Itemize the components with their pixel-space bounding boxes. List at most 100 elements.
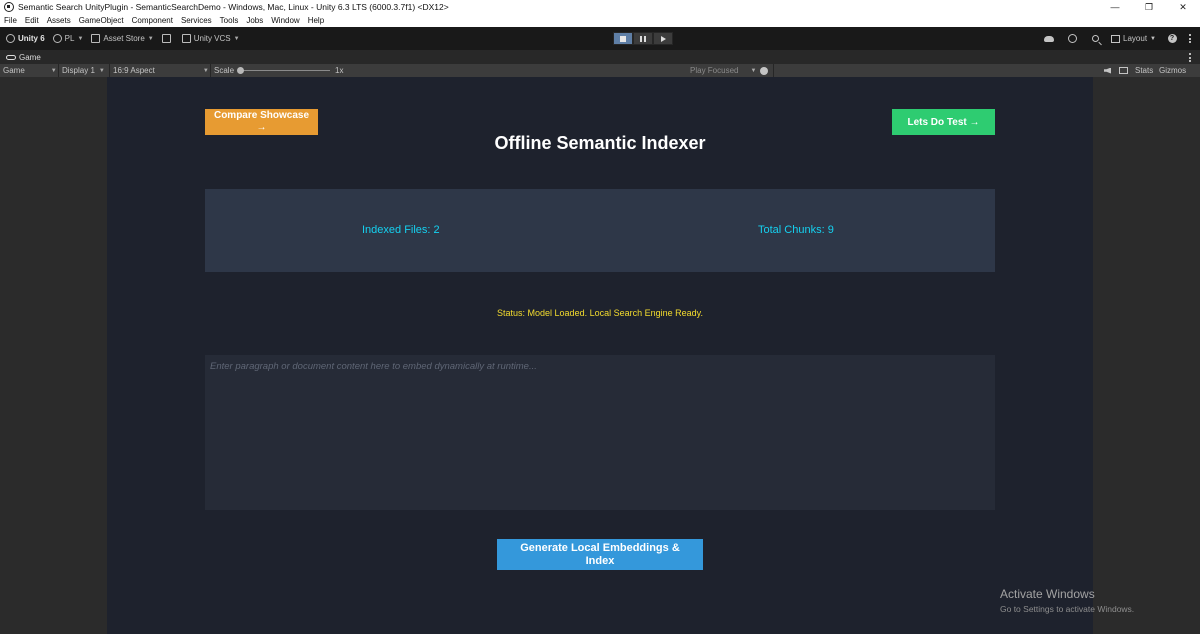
- mute-button[interactable]: [1104, 65, 1111, 76]
- document-content-input[interactable]: [205, 355, 995, 510]
- history-button[interactable]: [1065, 32, 1079, 46]
- menu-gameobject[interactable]: GameObject: [79, 16, 124, 25]
- pause-icon: [640, 35, 646, 42]
- maximize-button[interactable]: ❐: [1132, 0, 1166, 14]
- unity-app-icon: [4, 2, 14, 12]
- aspect-dropdown[interactable]: 16:9 Aspect ▼: [113, 65, 209, 76]
- menu-component[interactable]: Component: [132, 16, 173, 25]
- mode-dropdown[interactable]: Game ▼: [3, 65, 57, 76]
- step-button[interactable]: [653, 32, 673, 45]
- gamepad-icon: [6, 54, 16, 60]
- chevron-down-icon: ▼: [50, 67, 57, 74]
- game-tab-bar: Game: [0, 50, 1200, 64]
- play-button[interactable]: [613, 32, 633, 45]
- chevron-down-icon: ▼: [233, 35, 240, 42]
- total-chunks-count: Total Chunks: 9: [758, 224, 834, 236]
- search-button[interactable]: [1088, 32, 1102, 46]
- menu-file[interactable]: File: [4, 16, 17, 25]
- chevron-down-icon: ▼: [750, 67, 757, 74]
- cloud-button[interactable]: [1042, 32, 1056, 46]
- tab-menu-icon[interactable]: [1189, 53, 1192, 62]
- unity-logo-icon: [6, 34, 15, 43]
- window-titlebar: Semantic Search UnityPlugin - SemanticSe…: [0, 0, 1200, 14]
- tab-game-label: Game: [19, 52, 41, 62]
- account-dropdown[interactable]: PL ▼: [52, 34, 84, 43]
- help-button[interactable]: ?: [1165, 32, 1179, 46]
- package-button[interactable]: [161, 34, 174, 43]
- pause-button[interactable]: [633, 32, 653, 45]
- menu-jobs[interactable]: Jobs: [246, 16, 263, 25]
- menu-edit[interactable]: Edit: [25, 16, 39, 25]
- layout-toggle-button[interactable]: [1119, 65, 1128, 76]
- step-icon: [660, 35, 666, 42]
- watermark-subtitle: Go to Settings to activate Windows.: [1000, 604, 1135, 614]
- user-icon: [52, 34, 62, 43]
- unity-toolbar: Unity 6 PL ▼ Asset Store ▼ Unity VCS ▼: [0, 27, 1200, 50]
- chevron-down-icon: ▼: [77, 35, 84, 42]
- asset-store-dropdown[interactable]: Asset Store ▼: [91, 34, 154, 43]
- cloud-icon: [1044, 35, 1055, 42]
- generate-embeddings-button[interactable]: Generate Local Embeddings & Index: [497, 539, 703, 570]
- window-controls: — ❐ ✕: [1098, 0, 1200, 14]
- branch-icon: [181, 34, 191, 43]
- aspect-label: 16:9 Aspect: [113, 66, 155, 75]
- lets-do-test-button[interactable]: Lets Do Test →: [892, 109, 995, 135]
- scale-slider-track[interactable]: [240, 70, 330, 71]
- divider: [210, 64, 211, 77]
- chevron-down-icon: ▼: [1150, 35, 1156, 42]
- game-options-bar: Game ▼ Display 1 ▼ 16:9 Aspect ▼ Scale 1…: [0, 64, 1200, 77]
- window-title: Semantic Search UnityPlugin - SemanticSe…: [18, 2, 449, 12]
- toolbar-right: Layout ▼ ?: [1033, 27, 1192, 50]
- stats-button[interactable]: Stats: [1135, 65, 1153, 76]
- menu-tools[interactable]: Tools: [220, 16, 239, 25]
- menu-bar: File Edit Assets GameObject Component Se…: [0, 14, 1200, 27]
- display-label: Display 1: [62, 66, 95, 75]
- divider: [109, 64, 110, 77]
- status-message: Status: Model Loaded. Local Search Engin…: [497, 308, 703, 318]
- minimize-button[interactable]: —: [1098, 0, 1132, 14]
- search-icon: [1091, 35, 1099, 42]
- windows-activation-watermark: Activate Windows Go to Settings to activ…: [1000, 587, 1134, 614]
- bug-button[interactable]: [760, 65, 768, 76]
- divider: [773, 64, 774, 77]
- compare-showcase-button[interactable]: Compare Showcase →: [205, 109, 318, 135]
- shopping-bag-icon: [91, 34, 101, 43]
- vcs-label: Unity VCS: [193, 34, 231, 43]
- menu-window[interactable]: Window: [271, 16, 299, 25]
- bug-icon: [760, 66, 768, 75]
- tab-game[interactable]: Game: [6, 53, 41, 62]
- play-controls: [613, 32, 673, 45]
- asset-store-label: Asset Store: [103, 34, 145, 43]
- stats-panel: Indexed Files: 2 Total Chunks: 9: [205, 189, 995, 272]
- chevron-down-icon: ▼: [202, 67, 209, 74]
- menu-assets[interactable]: Assets: [47, 16, 71, 25]
- layout-dropdown[interactable]: Layout ▼: [1111, 34, 1156, 43]
- unity-label: Unity 6: [18, 34, 45, 43]
- menu-help[interactable]: Help: [308, 16, 324, 25]
- watermark-title: Activate Windows: [1000, 587, 1095, 601]
- chevron-down-icon: ▼: [98, 67, 105, 74]
- vcs-dropdown[interactable]: Unity VCS ▼: [181, 34, 240, 43]
- close-button[interactable]: ✕: [1166, 0, 1200, 14]
- display-dropdown[interactable]: Display 1 ▼: [62, 65, 105, 76]
- play-focused-label: Play Focused: [690, 66, 739, 75]
- scale-value: 1x: [335, 66, 344, 75]
- scale-label: Scale: [214, 66, 235, 75]
- mode-label: Game: [3, 66, 25, 75]
- indexed-files-count: Indexed Files: 2: [362, 224, 440, 236]
- page-title: Offline Semantic Indexer: [494, 133, 706, 153]
- grid-icon: [1119, 67, 1128, 74]
- layout-icon: [1111, 34, 1121, 43]
- gizmos-button[interactable]: Gizmos: [1159, 65, 1186, 76]
- help-icon: ?: [1167, 34, 1177, 43]
- menu-services[interactable]: Services: [181, 16, 212, 25]
- stop-icon: [620, 35, 626, 42]
- account-label: PL: [64, 34, 75, 43]
- toolbar-more-icon[interactable]: [1189, 34, 1192, 43]
- unity-account-button[interactable]: Unity 6: [6, 34, 45, 43]
- chevron-down-icon: ▼: [147, 35, 154, 42]
- speaker-icon: [1104, 67, 1111, 74]
- play-focused-dropdown[interactable]: Play Focused ▼: [690, 65, 756, 76]
- package-icon: [161, 34, 171, 43]
- scale-slider-handle[interactable]: [237, 67, 244, 74]
